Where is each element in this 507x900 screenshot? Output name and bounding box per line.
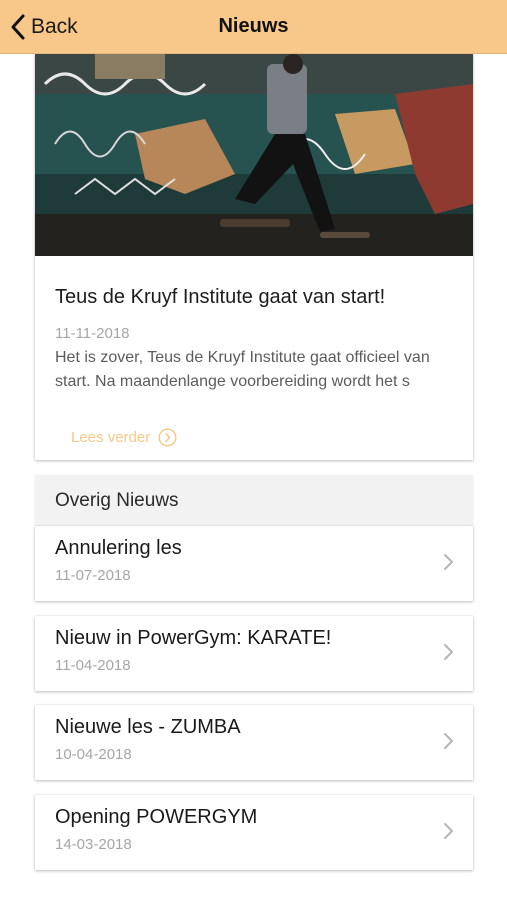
news-item-date: 14-03-2018: [55, 836, 132, 853]
news-list[interactable]: Teus de Kruyf Institute gaat van start! …: [0, 54, 507, 900]
news-item[interactable]: Nieuwe les - ZUMBA 10-04-2018: [35, 705, 473, 780]
news-item-title: Annulering les: [55, 537, 182, 559]
featured-image: [35, 54, 473, 256]
news-item-date: 11-04-2018: [55, 657, 131, 674]
news-item-date: 10-04-2018: [55, 746, 132, 763]
featured-news-title: Teus de Kruyf Institute gaat van start!: [55, 286, 386, 308]
navigation-bar: Back Nieuws: [0, 0, 507, 54]
read-more-link[interactable]: Lees verder: [71, 428, 177, 447]
chevron-right-icon: [444, 554, 453, 570]
news-item-date: 11-07-2018: [55, 567, 131, 584]
chevron-right-icon: [444, 823, 453, 839]
featured-news-card[interactable]: Teus de Kruyf Institute gaat van start! …: [35, 54, 473, 460]
featured-news-excerpt: Het is zover, Teus de Kruyf Institute ga…: [55, 349, 430, 390]
section-header-other-news: Overig Nieuws: [35, 475, 473, 526]
read-more-label: Lees verder: [71, 429, 151, 446]
chevron-right-circle-icon: [158, 428, 177, 447]
page-title: Nieuws: [218, 15, 289, 37]
chevron-right-icon: [444, 733, 453, 749]
news-item[interactable]: Annulering les 11-07-2018: [35, 526, 473, 601]
news-item-title: Nieuwe les - ZUMBA: [55, 716, 241, 738]
featured-news-date: 11-11-2018: [55, 325, 130, 342]
news-item-title: Nieuw in PowerGym: KARATE!: [55, 627, 332, 649]
section-label: Overig Nieuws: [55, 490, 179, 511]
news-item[interactable]: Opening POWERGYM 14-03-2018: [35, 795, 473, 870]
news-item-title: Opening POWERGYM: [55, 806, 258, 828]
news-item[interactable]: Nieuw in PowerGym: KARATE! 11-04-2018: [35, 616, 473, 691]
chevron-right-icon: [444, 644, 453, 660]
